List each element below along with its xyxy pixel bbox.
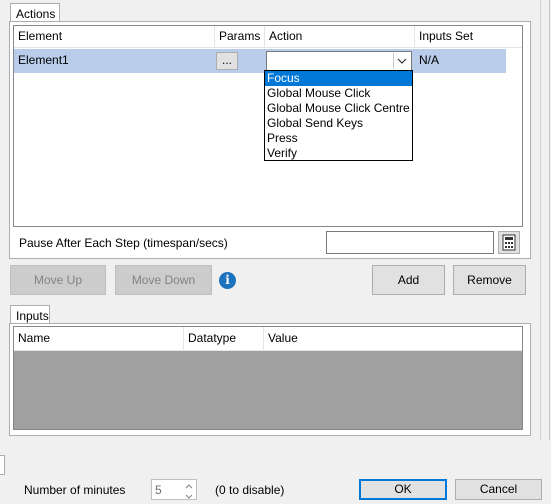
calculator-button[interactable] bbox=[498, 231, 520, 254]
chevron-down-icon[interactable] bbox=[393, 53, 410, 69]
inputs-grid-empty-area bbox=[14, 351, 522, 429]
cell-element: Element1 bbox=[18, 53, 69, 67]
info-icon[interactable]: i bbox=[219, 272, 236, 289]
inputs-tab-label: Inputs bbox=[16, 309, 49, 323]
table-row[interactable]: Element1 ... N/A bbox=[14, 49, 506, 73]
action-combobox[interactable] bbox=[266, 51, 412, 71]
dropdown-option-focus[interactable]: Focus bbox=[265, 71, 412, 86]
cancel-button[interactable]: Cancel bbox=[455, 479, 542, 500]
params-button[interactable]: ... bbox=[216, 52, 238, 70]
ok-button[interactable]: OK bbox=[359, 479, 447, 500]
minutes-value: 5 bbox=[155, 483, 162, 497]
stepper-up-icon[interactable] bbox=[182, 480, 196, 489]
minutes-hint: (0 to disable) bbox=[215, 483, 285, 497]
dropdown-option-verify[interactable]: Verify bbox=[265, 146, 412, 161]
add-button[interactable]: Add bbox=[372, 265, 445, 295]
stepper-down-icon[interactable] bbox=[182, 490, 196, 499]
calculator-icon bbox=[502, 234, 516, 251]
inputs-grid-header: Name Datatype Value bbox=[14, 327, 522, 351]
action-dropdown-list[interactable]: Focus Global Mouse Click Global Mouse Cl… bbox=[264, 70, 413, 161]
actions-grid-header: Element Params Action Inputs Set bbox=[14, 26, 522, 48]
minutes-label: Number of minutes bbox=[24, 483, 126, 497]
move-down-button[interactable]: Move Down bbox=[115, 265, 212, 295]
pause-input[interactable] bbox=[326, 231, 494, 254]
right-edge-line bbox=[549, 0, 550, 440]
column-header-value[interactable]: Value bbox=[264, 327, 522, 350]
minutes-stepper[interactable]: 5 bbox=[151, 479, 197, 500]
dropdown-option-press[interactable]: Press bbox=[265, 131, 412, 146]
remove-button[interactable]: Remove bbox=[453, 265, 526, 295]
column-header-action[interactable]: Action bbox=[265, 26, 415, 47]
pause-label: Pause After Each Step (timespan/secs) bbox=[19, 236, 228, 250]
column-header-inputs-set[interactable]: Inputs Set bbox=[415, 26, 522, 47]
left-edge-stub bbox=[0, 455, 5, 475]
column-header-datatype[interactable]: Datatype bbox=[184, 327, 264, 350]
dropdown-option-global-mouse-click[interactable]: Global Mouse Click bbox=[265, 86, 412, 101]
move-up-button[interactable]: Move Up bbox=[10, 265, 106, 295]
dropdown-option-global-mouse-click-centre[interactable]: Global Mouse Click Centre bbox=[265, 101, 412, 116]
inputs-tab[interactable]: Inputs bbox=[10, 305, 50, 324]
inputs-grid: Name Datatype Value bbox=[13, 326, 523, 430]
column-header-name[interactable]: Name bbox=[14, 327, 184, 350]
column-header-params[interactable]: Params bbox=[215, 26, 265, 47]
right-edge-divider bbox=[540, 0, 541, 440]
dropdown-option-global-send-keys[interactable]: Global Send Keys bbox=[265, 116, 412, 131]
column-header-element[interactable]: Element bbox=[14, 26, 215, 47]
actions-tab[interactable]: Actions bbox=[10, 3, 60, 22]
cell-inputs-set: N/A bbox=[419, 53, 440, 67]
actions-tab-label: Actions bbox=[16, 7, 56, 21]
